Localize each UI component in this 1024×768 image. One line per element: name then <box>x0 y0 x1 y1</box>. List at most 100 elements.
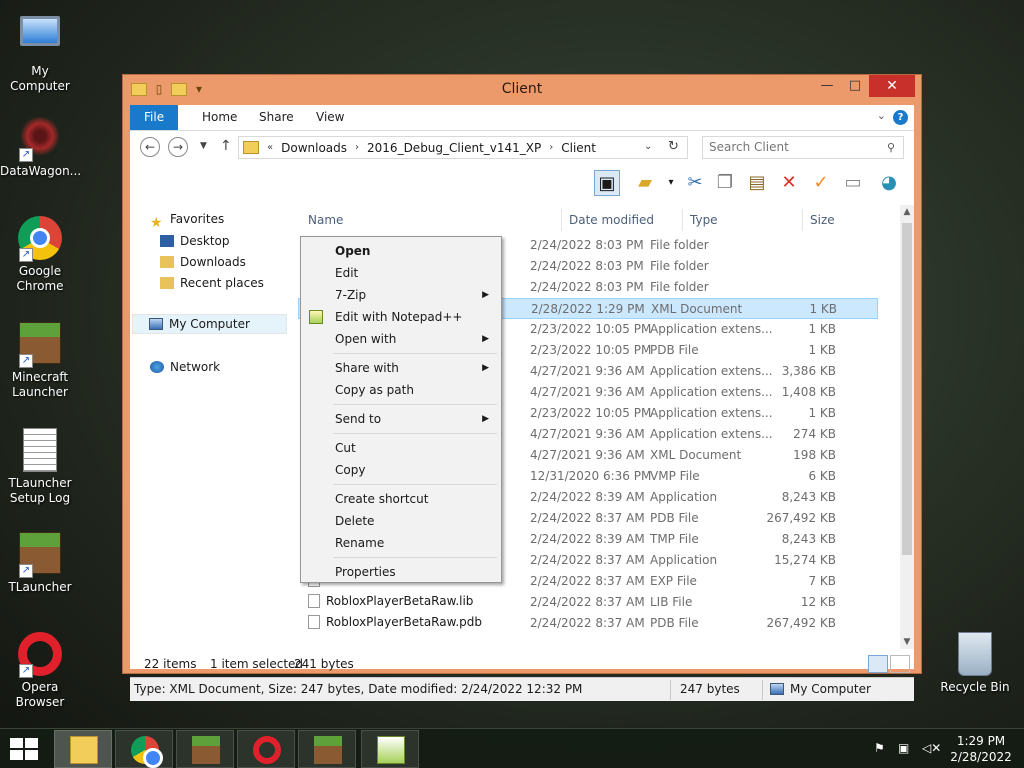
file-date: 2/24/2022 8:03 PM <box>530 280 644 294</box>
menu-item-rename[interactable]: Rename <box>303 532 499 554</box>
file-date: 2/23/2022 10:05 PM <box>530 322 652 336</box>
menu-item-copy-as-path[interactable]: Copy as path <box>303 379 499 401</box>
file-row[interactable]: RobloxPlayerBetaRaw.pdb 2/24/2022 8:37 AM… <box>298 613 878 634</box>
menu-item-open-with[interactable]: Open with ▶ <box>303 328 499 350</box>
clock-time: 1:29 PM <box>956 734 1006 748</box>
up-arrow-icon[interactable]: ↑ <box>220 138 232 154</box>
desktop-icon-chrome[interactable]: ↗ Google Chrome <box>0 216 80 294</box>
globe-icon[interactable]: ◕ <box>876 170 902 196</box>
start-button[interactable] <box>10 738 38 760</box>
tab-home[interactable]: Home <box>188 105 251 130</box>
chevron-down-icon[interactable]: ⌄ <box>877 109 886 122</box>
search-icon: ⚲ <box>886 141 895 154</box>
menu-item-cut[interactable]: Cut <box>303 437 499 459</box>
rename-icon[interactable]: ▭ <box>840 170 866 196</box>
nav-desktop[interactable]: Desktop <box>160 231 230 251</box>
desktop-icon-recycle-bin[interactable]: Recycle Bin <box>935 632 1015 695</box>
nav-recent-places[interactable]: Recent places <box>160 273 264 293</box>
desktop-icon-my-computer[interactable]: My Computer <box>0 10 80 94</box>
refresh-icon[interactable]: ↻ <box>668 139 679 154</box>
tab-view[interactable]: View <box>302 105 358 130</box>
column-size[interactable]: Size <box>810 213 835 233</box>
details-view-icon[interactable] <box>868 655 888 673</box>
file-size: 6 KB <box>808 469 836 483</box>
minimize-button[interactable]: — <box>813 75 841 97</box>
menu-item-open[interactable]: Open <box>303 240 499 262</box>
menu-item-edit-with-notepad[interactable]: Edit with Notepad++ <box>303 306 499 328</box>
chevron-right-icon[interactable]: › <box>355 142 359 153</box>
file-size: 7 KB <box>808 574 836 588</box>
tab-file[interactable]: File <box>130 105 179 130</box>
back-button[interactable]: ← <box>140 137 160 157</box>
desktop-icon-datawagon[interactable]: ↗ DataWagon... <box>0 114 81 179</box>
menu-item-edit[interactable]: Edit <box>303 262 499 284</box>
file-size: 8,243 KB <box>781 490 836 504</box>
folder-options-icon[interactable]: ▰ <box>632 170 658 196</box>
nav-network[interactable]: Network <box>150 357 220 377</box>
desktop-icon-tlauncher-log[interactable]: TLauncher Setup Log <box>0 428 80 506</box>
forward-button[interactable]: → <box>168 137 188 157</box>
desktop-icon-tlauncher[interactable]: ↗ TLauncher <box>0 530 80 595</box>
file-type: XML Document <box>651 302 743 316</box>
column-type[interactable]: Type <box>690 213 718 233</box>
file-type: Application extens... <box>650 364 773 378</box>
copy-icon[interactable]: ❐ <box>712 170 738 196</box>
menu-item-create-shortcut[interactable]: Create shortcut <box>303 488 499 510</box>
desktop-icon <box>160 235 174 247</box>
file-type: Application <box>650 490 718 504</box>
desktop-icon-minecraft-launcher[interactable]: ↗ Minecraft Launcher <box>0 320 80 400</box>
breadcrumb-downloads[interactable]: Downloads <box>281 141 347 155</box>
file-type: Application extens... <box>650 385 773 399</box>
breadcrumb-debug-client[interactable]: 2016_Debug_Client_v141_XP <box>367 141 541 155</box>
taskbar-file-explorer[interactable] <box>54 730 112 768</box>
menu-item-send-to[interactable]: Send to ▶ <box>303 408 499 430</box>
desktop-icon-opera[interactable]: ↗ Opera Browser <box>0 632 80 710</box>
scroll-up-icon[interactable]: ▲ <box>900 207 914 217</box>
preview-pane-icon[interactable]: ▣ <box>594 170 620 196</box>
file-row[interactable]: RobloxPlayerBetaRaw.lib 2/24/2022 8:37 AM… <box>298 592 878 613</box>
clock[interactable]: 1:29 PM 2/28/2022 <box>950 733 1012 765</box>
column-name[interactable]: Name <box>308 213 343 233</box>
menu-item-share-with[interactable]: Share with ▶ <box>303 357 499 379</box>
search-input[interactable]: Search Client ⚲ <box>702 136 904 159</box>
menu-item-copy[interactable]: Copy <box>303 459 499 481</box>
menu-item-properties[interactable]: Properties <box>303 561 499 583</box>
network-status-icon[interactable]: ▣ <box>898 741 909 755</box>
taskbar-tlauncher[interactable] <box>298 730 356 768</box>
nav-downloads[interactable]: Downloads <box>160 252 246 272</box>
chevron-down-icon[interactable]: ▾ <box>658 170 684 196</box>
nav-favorites[interactable]: ★ Favorites <box>150 209 224 231</box>
chevron-down-icon[interactable]: ⌄ <box>644 141 652 152</box>
volume-muted-icon[interactable]: ◁✕ <box>922 741 941 755</box>
checkmark-icon[interactable]: ✓ <box>808 170 834 196</box>
vertical-scrollbar[interactable]: ▲ ▼ <box>900 205 914 649</box>
recycle-bin-icon <box>952 632 998 678</box>
delete-icon[interactable]: ✕ <box>776 170 802 196</box>
taskbar-opera[interactable] <box>237 730 295 768</box>
file-size: 15,274 KB <box>774 553 836 567</box>
paste-icon[interactable]: ▤ <box>744 170 770 196</box>
action-center-flag-icon[interactable]: ⚑ <box>874 741 885 755</box>
close-button[interactable]: ✕ <box>869 75 915 97</box>
breadcrumb-client[interactable]: Client <box>561 141 596 155</box>
menu-item-delete[interactable]: Delete <box>303 510 499 532</box>
scroll-down-icon[interactable]: ▼ <box>900 637 914 647</box>
menu-item-7-zip[interactable]: 7-Zip ▶ <box>303 284 499 306</box>
scrollbar-thumb[interactable] <box>902 223 912 555</box>
title-bar[interactable]: ▯ ▾ Client — □ ✕ <box>123 75 921 105</box>
file-date: 2/24/2022 8:37 AM <box>530 574 645 588</box>
recent-locations-icon[interactable]: ▼ <box>200 141 207 151</box>
nav-my-computer[interactable]: My Computer <box>132 314 287 334</box>
taskbar-chrome[interactable] <box>115 730 173 768</box>
taskbar-notepad-plus-plus[interactable] <box>361 730 419 768</box>
large-icons-view-icon[interactable] <box>890 655 910 673</box>
address-bar[interactable]: « Downloads › 2016_Debug_Client_v141_XP … <box>238 136 688 159</box>
file-type: TMP File <box>650 532 699 546</box>
help-icon[interactable]: ? <box>893 110 908 125</box>
chevron-right-icon[interactable]: › <box>549 142 553 153</box>
taskbar-minecraft-launcher[interactable] <box>176 730 234 768</box>
column-date-modified[interactable]: Date modified <box>569 213 654 233</box>
tab-share[interactable]: Share <box>245 105 308 130</box>
cut-icon[interactable]: ✂ <box>682 170 708 196</box>
maximize-button[interactable]: □ <box>841 75 869 97</box>
